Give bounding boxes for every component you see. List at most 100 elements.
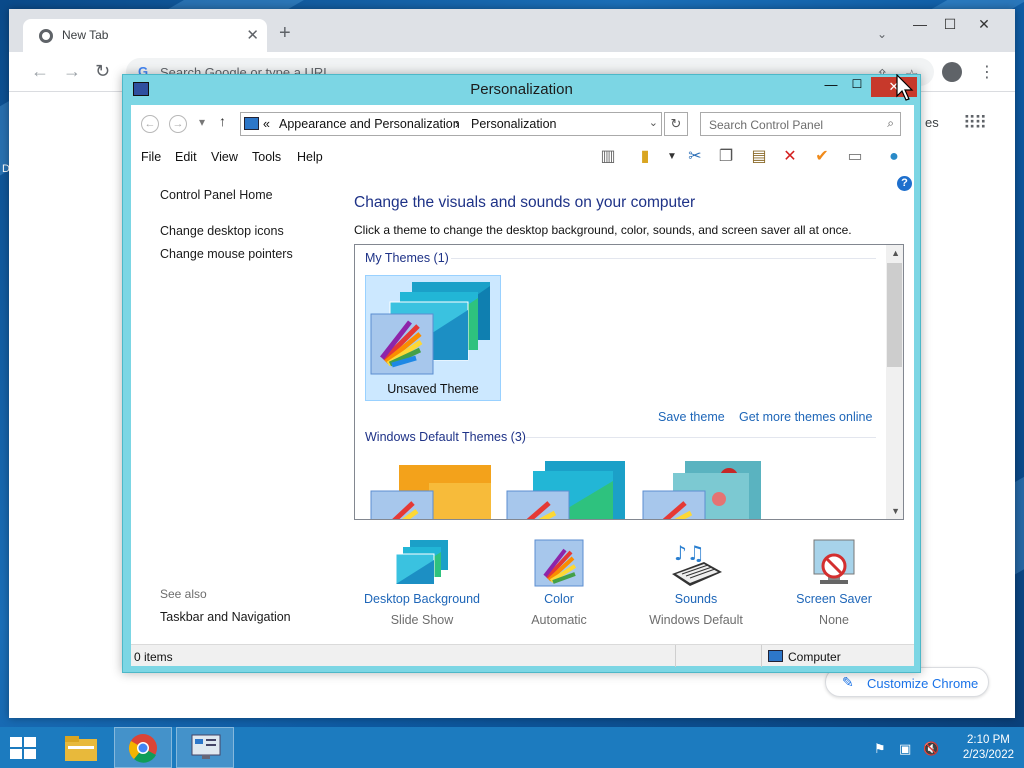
status-item-count: 0 items xyxy=(134,650,173,664)
help-icon[interactable]: ? xyxy=(897,176,912,191)
scroll-up-icon[interactable]: ▲ xyxy=(891,248,900,258)
cp-minimize-button[interactable]: — xyxy=(819,77,843,97)
layout-pane-icon[interactable]: ▥ xyxy=(597,146,619,168)
forward-arrow-icon[interactable]: → xyxy=(63,61,81,82)
new-tab-button[interactable]: + xyxy=(279,23,291,43)
chrome-minimize-button[interactable]: — xyxy=(905,13,935,35)
network-icon[interactable]: ▣ xyxy=(899,741,911,757)
paste-icon[interactable]: ▤ xyxy=(748,146,770,168)
back-arrow-icon[interactable]: ← xyxy=(31,61,49,82)
forward-button[interactable]: → xyxy=(169,115,187,133)
window-body: ← → ▾ ↑ « Appearance and Personalization… xyxy=(131,105,914,667)
copy-icon[interactable]: ❐ xyxy=(715,146,737,168)
group-divider xyxy=(525,437,876,438)
tab-title: New Tab xyxy=(62,28,109,42)
refresh-button[interactable]: ↻ xyxy=(664,112,688,136)
get-more-themes-link[interactable]: Get more themes online xyxy=(739,410,872,424)
cp-maximize-button[interactable]: ☐ xyxy=(845,77,869,97)
chrome-menu-icon[interactable]: ⋮ xyxy=(979,62,995,82)
sounds-icon: ♪♫ xyxy=(672,541,722,586)
control-panel-home-link[interactable]: Control Panel Home xyxy=(160,188,273,202)
computer-icon xyxy=(768,650,783,662)
taskbar-navigation-link[interactable]: Taskbar and Navigation xyxy=(160,610,291,624)
breadcrumb-overflow[interactable]: « xyxy=(263,117,270,131)
address-bar[interactable]: « Appearance and Personalization › Perso… xyxy=(240,112,662,136)
scroll-thumb[interactable] xyxy=(887,263,902,367)
globe-icon[interactable]: ● xyxy=(883,146,905,168)
theme-label: Unsaved Theme xyxy=(387,382,479,396)
taskbar-control-panel[interactable] xyxy=(176,727,234,768)
color-icon xyxy=(534,539,584,587)
color-title: Color xyxy=(544,592,574,606)
pencil-icon: ✎ xyxy=(842,674,854,690)
color-subtitle: Automatic xyxy=(531,613,587,627)
change-mouse-pointers-link[interactable]: Change mouse pointers xyxy=(160,247,293,261)
file-explorer-icon xyxy=(65,736,97,761)
menu-tools[interactable]: Tools xyxy=(252,150,281,164)
status-separator xyxy=(675,645,676,667)
theme-tile-flowers-icon[interactable] xyxy=(641,459,771,520)
change-desktop-icons-link[interactable]: Change desktop icons xyxy=(160,224,284,238)
recent-locations-icon[interactable]: ▾ xyxy=(199,115,205,129)
windows-logo-icon xyxy=(10,749,22,759)
theme-tile-windows-icon[interactable] xyxy=(369,463,499,520)
clock-time: 2:10 PM xyxy=(967,734,1010,746)
theme-tile-lines-icon[interactable] xyxy=(505,459,635,520)
unsaved-theme-preview-icon xyxy=(370,282,490,375)
my-themes-header[interactable]: My Themes (1) xyxy=(365,251,449,265)
menu-edit[interactable]: Edit xyxy=(175,150,197,164)
save-theme-link[interactable]: Save theme xyxy=(658,410,725,424)
address-dropdown-icon[interactable]: ⌄ xyxy=(649,116,658,129)
screen-saver-subtitle: None xyxy=(819,613,849,627)
search-icon: ⌕ xyxy=(887,116,894,130)
chrome-favicon-icon xyxy=(39,29,53,43)
tab-new-tab[interactable]: New Tab ✕ xyxy=(23,19,267,52)
desktop-background-title: Desktop Background xyxy=(363,592,481,606)
google-apps-icon[interactable]: ⠿⠿ xyxy=(963,113,987,134)
ntp-header-link[interactable]: es xyxy=(925,115,939,130)
chrome-close-button[interactable]: ✕ xyxy=(969,13,999,35)
search-control-panel-input[interactable]: Search Control Panel ⌕ xyxy=(700,112,901,136)
desktop-background-subtitle: Slide Show xyxy=(390,613,454,627)
volume-muted-icon[interactable]: 🔇 xyxy=(923,741,939,757)
back-button[interactable]: ← xyxy=(141,115,159,133)
sounds-subtitle: Windows Default xyxy=(649,613,743,627)
personalization-window: Personalization — ☐ ✕ ← → ▾ ↑ « Appearan… xyxy=(122,74,921,673)
delete-icon[interactable]: ✕ xyxy=(779,146,801,168)
action-center-flag-icon[interactable]: ⚑ xyxy=(874,741,886,757)
system-clock[interactable]: 2:10 PM 2/23/2022 xyxy=(963,733,1014,763)
sounds-item[interactable]: ♪♫ Sounds Windows Default xyxy=(631,538,761,627)
desktop-background-item[interactable]: Desktop Background Slide Show xyxy=(357,538,487,627)
properties-check-icon[interactable]: ✔ xyxy=(811,146,833,168)
breadcrumb-appearance[interactable]: Appearance and Personalization xyxy=(279,117,460,131)
organize-dropdown-icon[interactable]: ▼ xyxy=(661,146,683,168)
folder-options-icon[interactable]: ▮ xyxy=(634,146,656,168)
profile-avatar-icon[interactable] xyxy=(942,62,962,82)
color-item[interactable]: Color Automatic xyxy=(494,538,624,627)
rename-icon[interactable]: ▭ xyxy=(844,146,866,168)
menu-help[interactable]: Help xyxy=(297,150,323,164)
reload-icon[interactable]: ↻ xyxy=(95,61,110,82)
up-arrow-icon[interactable]: ↑ xyxy=(219,113,226,129)
scroll-down-icon[interactable]: ▼ xyxy=(891,506,900,516)
menu-view[interactable]: View xyxy=(211,150,238,164)
themes-scrollbar[interactable]: ▲ ▼ xyxy=(886,245,903,519)
start-button[interactable] xyxy=(10,737,38,759)
tab-close-icon[interactable]: ✕ xyxy=(246,26,259,44)
taskbar-file-explorer[interactable] xyxy=(52,727,110,768)
tab-search-icon[interactable]: ⌄ xyxy=(877,27,887,41)
chrome-tab-strip: New Tab ✕ + ⌄ — ☐ ✕ xyxy=(9,9,1015,52)
search-placeholder: Search Control Panel xyxy=(709,118,824,132)
screen-saver-title: Screen Saver xyxy=(796,592,872,606)
screen-saver-item[interactable]: Screen Saver None xyxy=(769,538,899,627)
windows-logo-icon xyxy=(24,737,36,747)
default-themes-header[interactable]: Windows Default Themes (3) xyxy=(365,430,526,444)
chrome-maximize-button[interactable]: ☐ xyxy=(935,13,965,35)
menu-file[interactable]: File xyxy=(141,150,161,164)
breadcrumb-personalization[interactable]: Personalization xyxy=(471,117,556,131)
theme-tile-unsaved[interactable]: Unsaved Theme xyxy=(365,275,501,401)
cut-icon[interactable]: ✂ xyxy=(684,146,706,168)
address-row: ← → ▾ ↑ « Appearance and Personalization… xyxy=(131,105,914,141)
taskbar-chrome[interactable] xyxy=(114,727,172,768)
status-location: Computer xyxy=(788,650,841,664)
